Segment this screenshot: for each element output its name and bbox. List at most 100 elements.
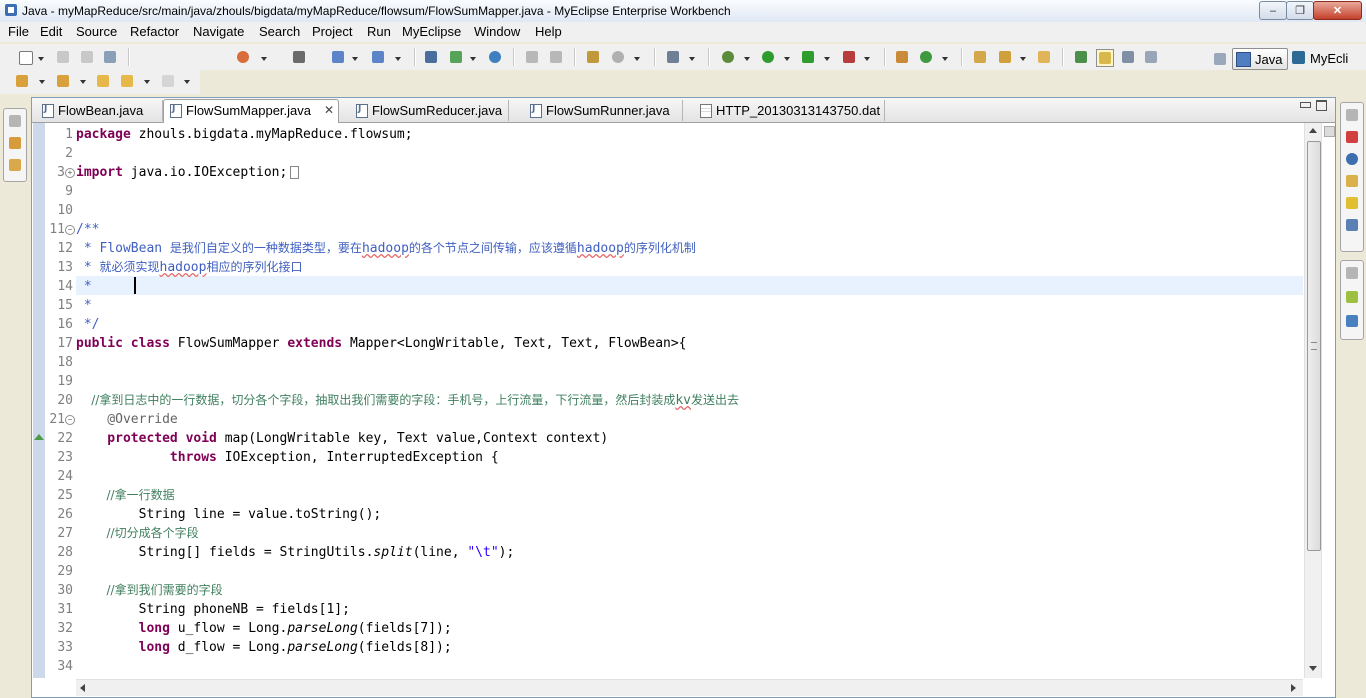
menu-project[interactable]: Project <box>310 24 354 39</box>
scrollbar-thumb[interactable] <box>1307 141 1321 551</box>
folded-imports-marker[interactable] <box>290 166 300 179</box>
code-text-area[interactable]: package zhouls.bigdata.myMapReduce.flows… <box>76 123 1303 678</box>
run-dropdown[interactable] <box>784 57 790 61</box>
new-java-project-button[interactable] <box>894 49 910 65</box>
restore-icon[interactable] <box>9 115 21 127</box>
new-button[interactable] <box>17 49 33 65</box>
coverage-dropdown[interactable] <box>824 57 830 61</box>
menu-source[interactable]: Source <box>74 24 119 39</box>
print-button[interactable] <box>102 49 118 65</box>
menu-navigate[interactable]: Navigate <box>191 24 246 39</box>
collapse-fold-icon[interactable]: − <box>65 225 75 235</box>
run-button[interactable] <box>760 49 776 65</box>
step-forward-button[interactable] <box>548 49 564 65</box>
outline-icon[interactable] <box>1346 315 1358 327</box>
mark-dropdown[interactable] <box>1020 57 1026 61</box>
block-selection-button[interactable] <box>1120 49 1136 65</box>
screenshot-dropdown[interactable] <box>689 57 695 61</box>
breadcrumb-button[interactable] <box>1073 49 1089 65</box>
open-resource-button[interactable] <box>972 49 988 65</box>
hierarchy-icon[interactable] <box>9 159 21 171</box>
menu-edit[interactable]: Edit <box>38 24 64 39</box>
open-perspective-button[interactable] <box>1212 51 1228 67</box>
dbs-button[interactable] <box>585 49 601 65</box>
prev-annotation-button[interactable] <box>55 73 71 89</box>
prev-annotation-dropdown[interactable] <box>80 80 86 84</box>
wizard-dropdown[interactable] <box>352 57 358 61</box>
new-class-button[interactable] <box>918 49 934 65</box>
minimize-view-icon[interactable] <box>1300 102 1311 108</box>
debug-button[interactable] <box>720 49 736 65</box>
declaration-icon[interactable] <box>1346 175 1358 187</box>
tasks-icon[interactable] <box>1346 291 1358 303</box>
step-back-button[interactable] <box>524 49 540 65</box>
scroll-left-icon[interactable] <box>80 684 85 692</box>
menu-run[interactable]: Run <box>365 24 393 39</box>
maximize-view-icon[interactable] <box>1316 100 1327 111</box>
menu-myeclipse[interactable]: MyEclipse <box>400 24 463 39</box>
restore-icon[interactable] <box>1346 109 1358 121</box>
tab-close-icon[interactable]: ✕ <box>324 103 334 117</box>
scroll-right-icon[interactable] <box>1291 684 1296 692</box>
vertical-scrollbar[interactable] <box>1304 123 1321 678</box>
problems-icon[interactable] <box>1346 131 1358 143</box>
menu-window[interactable]: Window <box>472 24 522 39</box>
package-explorer-icon[interactable] <box>9 137 21 149</box>
restore-icon[interactable] <box>1346 267 1358 279</box>
collapse-fold-icon[interactable]: − <box>65 415 75 425</box>
coverage-button[interactable] <box>800 49 816 65</box>
forward-dropdown[interactable] <box>184 80 190 84</box>
tab-flowsumreducer[interactable]: FlowSumReducer.java <box>350 100 509 121</box>
servers-icon[interactable] <box>1346 197 1358 209</box>
wizard-button[interactable] <box>330 49 346 65</box>
next-annotation-dropdown[interactable] <box>39 80 45 84</box>
next-annotation-button[interactable] <box>14 73 30 89</box>
add-server-button[interactable] <box>448 49 464 65</box>
new-class-dropdown[interactable] <box>942 57 948 61</box>
overview-ruler[interactable] <box>1321 123 1335 678</box>
search-dropdown[interactable] <box>634 57 640 61</box>
window-minimize-button[interactable]: – <box>1259 1 1287 20</box>
tab-flowbean[interactable]: FlowBean.java <box>36 100 163 121</box>
window-close-button[interactable]: ✕ <box>1313 1 1362 20</box>
external-tools-dropdown[interactable] <box>864 57 870 61</box>
debug-dropdown[interactable] <box>744 57 750 61</box>
menu-refactor[interactable]: Refactor <box>128 24 181 39</box>
add-server-dropdown[interactable] <box>470 57 476 61</box>
show-whitespace-button[interactable] <box>1143 49 1159 65</box>
menu-file[interactable]: File <box>6 24 31 39</box>
back-dropdown[interactable] <box>144 80 150 84</box>
back-button[interactable] <box>119 73 135 89</box>
mark-occurrences-button[interactable] <box>997 49 1013 65</box>
new-dropdown[interactable] <box>38 57 44 61</box>
horizontal-scrollbar[interactable] <box>76 679 1303 696</box>
scroll-down-icon[interactable] <box>1309 666 1317 671</box>
deploy-button[interactable] <box>423 49 439 65</box>
open-type-button[interactable] <box>370 49 386 65</box>
expand-fold-icon[interactable]: + <box>65 168 75 178</box>
window-maximize-button[interactable]: ❐ <box>1286 1 1314 20</box>
open-folder-button[interactable] <box>1036 49 1052 65</box>
menu-search[interactable]: Search <box>257 24 302 39</box>
console-button[interactable] <box>291 49 307 65</box>
javadoc-icon[interactable] <box>1346 153 1358 165</box>
external-tools-button[interactable] <box>841 49 857 65</box>
menu-help[interactable]: Help <box>533 24 564 39</box>
server-button[interactable] <box>235 49 251 65</box>
forward-button[interactable] <box>160 73 176 89</box>
tab-flowsummapper[interactable]: FlowSumMapper.java ✕ <box>163 99 339 123</box>
open-type-dropdown[interactable] <box>395 57 401 61</box>
scroll-up-icon[interactable] <box>1309 128 1317 133</box>
search-button[interactable] <box>610 49 626 65</box>
perspective-java-button[interactable]: Java <box>1232 48 1288 70</box>
console-icon[interactable] <box>1346 219 1358 231</box>
browser-button[interactable] <box>487 49 503 65</box>
screenshot-button[interactable] <box>665 49 681 65</box>
tab-flowsumrunner[interactable]: FlowSumRunner.java <box>524 100 683 121</box>
save-all-button[interactable] <box>79 49 95 65</box>
override-marker-icon[interactable] <box>34 434 44 440</box>
last-edit-location-button[interactable] <box>95 73 111 89</box>
highlight-toggle-button[interactable] <box>1096 49 1114 67</box>
perspective-myeclipse-button[interactable]: MyEcli <box>1292 50 1366 70</box>
tab-http-dat[interactable]: HTTP_20130313143750.dat <box>694 100 885 121</box>
